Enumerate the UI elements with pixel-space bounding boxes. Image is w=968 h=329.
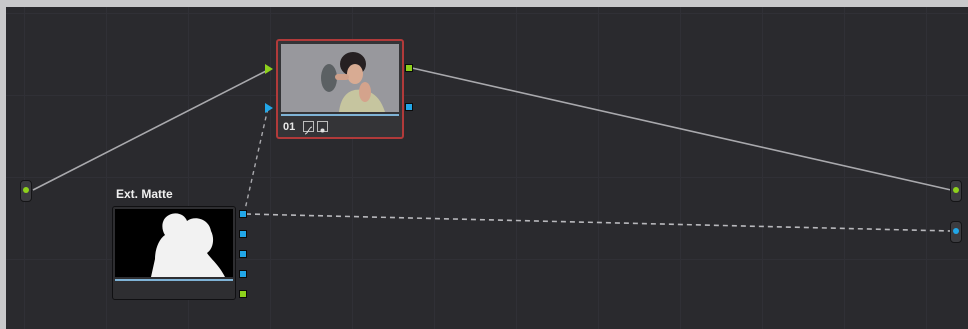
wire-matte-to-key-output xyxy=(245,213,952,232)
node-01-key-output[interactable] xyxy=(405,103,413,111)
source-dot-icon xyxy=(23,187,29,193)
node-progress-bar xyxy=(281,114,399,116)
matte-key-output-1[interactable] xyxy=(239,210,247,218)
wire-node-01-to-output xyxy=(411,67,952,191)
key-output-dot-icon xyxy=(953,228,959,234)
node-thumbnail xyxy=(281,44,399,112)
matte-progress-bar xyxy=(115,279,233,281)
wire-matte-to-node-01-key xyxy=(243,107,269,215)
matte-key-output-2[interactable] xyxy=(239,230,247,238)
matte-key-output-3[interactable] xyxy=(239,250,247,258)
external-matte-node[interactable] xyxy=(112,206,236,300)
wire-source-to-node-01 xyxy=(32,69,269,191)
curves-icon xyxy=(303,121,314,135)
node-01-rgb-output[interactable] xyxy=(405,64,413,72)
matte-thumbnail xyxy=(115,209,233,277)
corrector-node-01[interactable]: 01 xyxy=(276,39,404,139)
rgb-output[interactable] xyxy=(950,180,962,202)
output-dot-icon xyxy=(953,187,959,193)
node-01-key-input[interactable] xyxy=(265,103,273,113)
node-number-label: 01 xyxy=(283,121,296,133)
matte-key-output-4[interactable] xyxy=(239,270,247,278)
matte-node-title: Ext. Matte xyxy=(116,187,173,201)
window-icon xyxy=(317,121,328,133)
matte-rgb-output[interactable] xyxy=(239,290,247,298)
key-output[interactable] xyxy=(950,221,962,243)
node-01-rgb-input[interactable] xyxy=(265,64,273,74)
source-input[interactable] xyxy=(20,180,32,202)
